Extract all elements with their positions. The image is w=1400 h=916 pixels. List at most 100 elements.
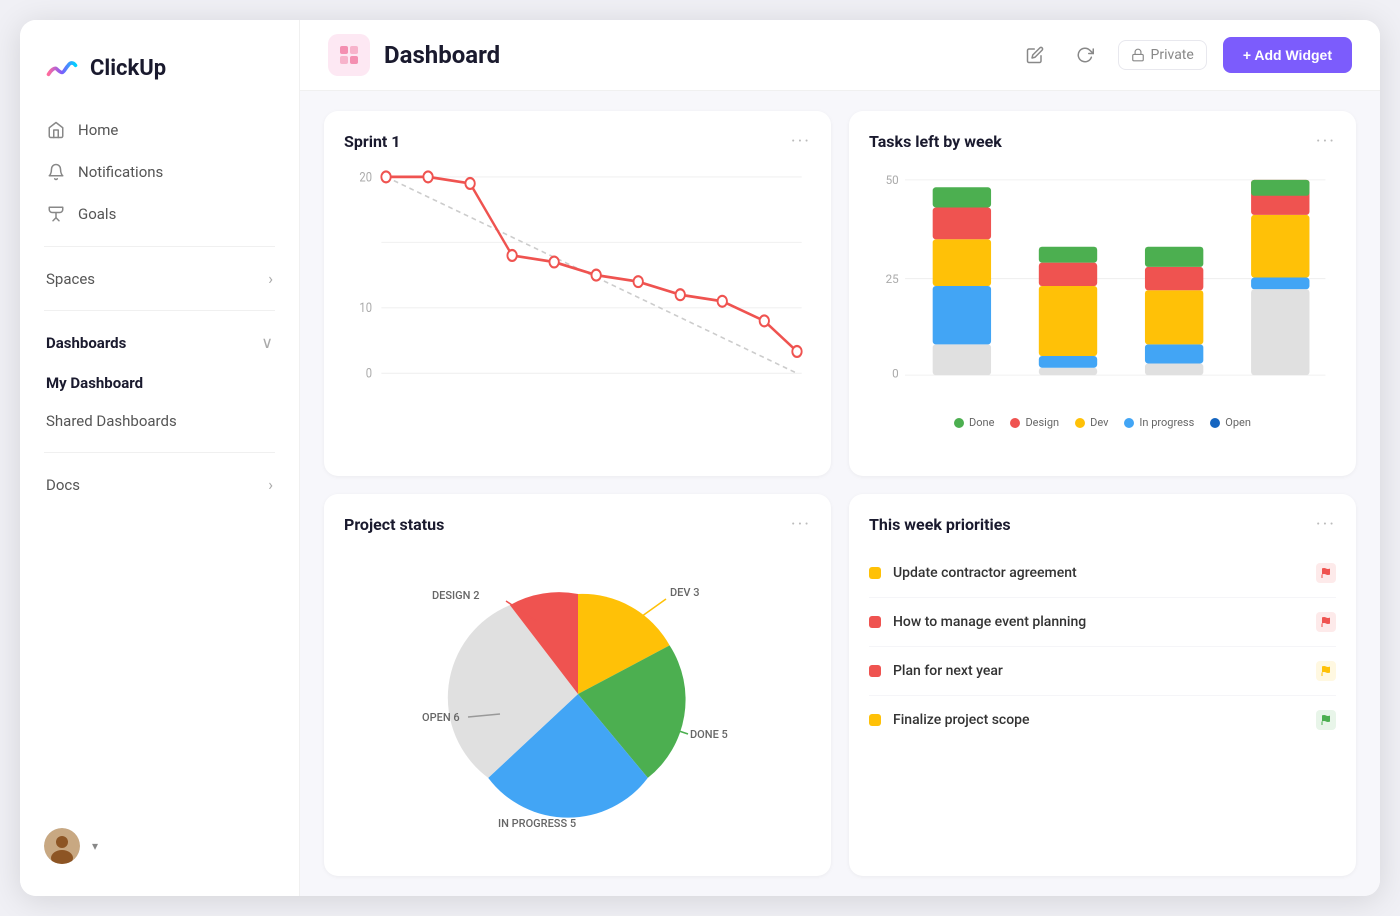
priority-dot-2 <box>869 616 881 628</box>
priority-left-1: Update contractor agreement <box>869 565 1077 581</box>
legend-label-dev: Dev <box>1090 416 1108 429</box>
docs-label: Docs <box>46 476 80 494</box>
sidebar-item-goals[interactable]: Goals <box>32 194 287 234</box>
tasks-card: Tasks left by week ··· 50 25 0 <box>849 111 1356 476</box>
svg-text:DESIGN 2: DESIGN 2 <box>432 589 479 602</box>
tasks-card-header: Tasks left by week ··· <box>869 131 1336 152</box>
priority-flag-2[interactable] <box>1316 612 1336 632</box>
legend-open: Open <box>1210 416 1251 429</box>
sidebar-item-my-dashboard[interactable]: My Dashboard <box>32 364 287 402</box>
project-status-card: Project status ··· <box>324 494 831 876</box>
tasks-card-title: Tasks left by week <box>869 132 1002 151</box>
priorities-header: This week priorities ··· <box>869 514 1336 535</box>
trophy-icon <box>46 204 66 224</box>
svg-text:OPEN 6: OPEN 6 <box>422 711 460 724</box>
project-status-header: Project status ··· <box>344 514 811 535</box>
chevron-right-icon-docs: › <box>268 475 273 494</box>
nav-divider-1 <box>44 246 275 247</box>
sidebar-nav: Home Notifications Goals <box>20 110 299 234</box>
svg-text:0: 0 <box>366 366 372 381</box>
priority-dot-4 <box>869 714 881 726</box>
sprint-card-header: Sprint 1 ··· <box>344 131 811 152</box>
svg-text:DEV 3: DEV 3 <box>670 586 699 599</box>
add-widget-button[interactable]: + Add Widget <box>1223 37 1352 73</box>
svg-text:50: 50 <box>886 173 899 187</box>
notifications-label: Notifications <box>78 163 163 181</box>
refresh-button[interactable] <box>1068 38 1102 72</box>
legend-dev: Dev <box>1075 416 1108 429</box>
legend-in-progress: In progress <box>1124 416 1194 429</box>
dashboard-grid: Sprint 1 ··· 20 10 0 <box>300 91 1380 896</box>
header: Dashboard <box>300 20 1380 91</box>
priorities-list: Update contractor agreement How t <box>869 549 1336 744</box>
nav-divider-2 <box>44 310 275 311</box>
app-container: ClickUp Home Notifications <box>20 20 1380 896</box>
my-dashboard-label: My Dashboard <box>46 374 143 392</box>
page-title: Dashboard <box>384 41 500 69</box>
sidebar-section-spaces[interactable]: Spaces › <box>32 259 287 298</box>
project-status-title: Project status <box>344 515 444 534</box>
dashboard-grid-icon <box>328 34 370 76</box>
header-right: Private + Add Widget <box>1018 37 1352 73</box>
priority-text-2: How to manage event planning <box>893 614 1086 630</box>
sprint-card-menu[interactable]: ··· <box>791 131 811 152</box>
sprint-chart-svg: 20 10 0 <box>344 166 811 406</box>
dashboards-subsection: My Dashboard Shared Dashboards <box>20 364 299 440</box>
svg-text:20: 20 <box>359 169 372 184</box>
sidebar-section-dashboards[interactable]: Dashboards ∨ <box>32 323 287 362</box>
private-label: Private <box>1151 47 1194 63</box>
logo-icon <box>44 50 80 86</box>
logo[interactable]: ClickUp <box>20 40 299 110</box>
legend-design: Design <box>1010 416 1059 429</box>
home-label: Home <box>78 121 118 139</box>
home-icon <box>46 120 66 140</box>
sidebar-item-shared-dashboards[interactable]: Shared Dashboards <box>32 402 287 440</box>
priority-flag-3[interactable] <box>1316 661 1336 681</box>
legend-dot-done <box>954 418 964 428</box>
legend-label-in-progress: In progress <box>1139 416 1194 429</box>
chevron-right-icon: › <box>268 269 273 288</box>
pie-chart-svg: DEV 3 DONE 5 IN PROGRESS 5 OPEN 6 DESIGN… <box>418 549 738 829</box>
user-profile[interactable]: ▾ <box>20 816 299 876</box>
sprint-card: Sprint 1 ··· 20 10 0 <box>324 111 831 476</box>
sidebar-item-notifications[interactable]: Notifications <box>32 152 287 192</box>
priority-item-3: Plan for next year <box>869 647 1336 696</box>
priority-item-2: How to manage event planning <box>869 598 1336 647</box>
priority-left-3: Plan for next year <box>869 663 1003 679</box>
priority-flag-4[interactable] <box>1316 710 1336 730</box>
svg-text:DONE 5: DONE 5 <box>690 728 728 741</box>
legend-label-design: Design <box>1025 416 1059 429</box>
priority-dot-1 <box>869 567 881 579</box>
logo-text: ClickUp <box>90 56 166 81</box>
sprint-card-title: Sprint 1 <box>344 132 400 151</box>
shared-dashboards-label: Shared Dashboards <box>46 412 177 430</box>
private-badge[interactable]: Private <box>1118 40 1207 70</box>
priority-left-4: Finalize project scope <box>869 712 1030 728</box>
priorities-menu[interactable]: ··· <box>1316 514 1336 535</box>
tasks-chart-legend: Done Design Dev In progress <box>869 416 1336 429</box>
legend-done: Done <box>954 416 994 429</box>
tasks-chart: 50 25 0 <box>869 166 1336 406</box>
priority-left-2: How to manage event planning <box>869 614 1086 630</box>
sidebar: ClickUp Home Notifications <box>20 20 300 896</box>
priority-text-4: Finalize project scope <box>893 712 1030 728</box>
legend-dot-in-progress <box>1124 418 1134 428</box>
priority-text-1: Update contractor agreement <box>893 565 1077 581</box>
edit-button[interactable] <box>1018 38 1052 72</box>
sprint-chart: 20 10 0 <box>344 166 811 406</box>
priority-text-3: Plan for next year <box>893 663 1003 679</box>
sidebar-item-home[interactable]: Home <box>32 110 287 150</box>
header-left: Dashboard <box>328 34 500 76</box>
legend-dot-dev <box>1075 418 1085 428</box>
tasks-chart-svg: 50 25 0 <box>869 166 1336 406</box>
sidebar-section-docs[interactable]: Docs › <box>32 465 287 504</box>
project-status-menu[interactable]: ··· <box>791 514 811 535</box>
legend-label-done: Done <box>969 416 994 429</box>
tasks-card-menu[interactable]: ··· <box>1316 131 1336 152</box>
svg-text:IN PROGRESS 5: IN PROGRESS 5 <box>498 817 576 829</box>
nav-divider-3 <box>44 452 275 453</box>
legend-label-open: Open <box>1225 416 1251 429</box>
priority-flag-1[interactable] <box>1316 563 1336 583</box>
priority-dot-3 <box>869 665 881 677</box>
bell-icon <box>46 162 66 182</box>
